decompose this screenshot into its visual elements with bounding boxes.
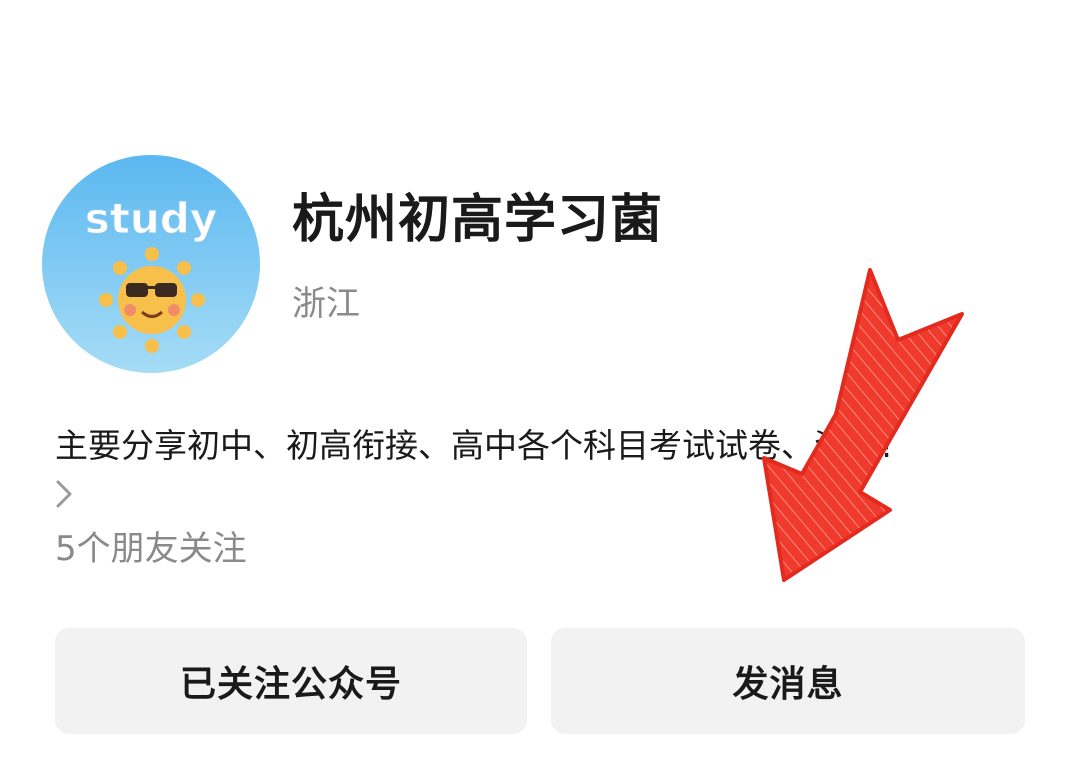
chevron-right-icon[interactable] — [52, 476, 76, 512]
avatar-study-text: study — [85, 194, 217, 243]
account-name: 杭州初高学习菌 — [292, 190, 664, 250]
official-account-profile: study 杭州初高学习菌 浙江 主要分享初中、初高衔接、高中各个科目考试试卷、… — [0, 0, 1080, 766]
account-avatar[interactable]: study — [42, 155, 260, 373]
send-message-button[interactable]: 发消息 — [551, 628, 1025, 734]
account-description[interactable]: 主要分享初中、初高衔接、高中各个科目考试试卷、资料! — [55, 420, 1045, 472]
friends-following-count[interactable]: 5个朋友关注 — [55, 524, 247, 574]
followed-account-button[interactable]: 已关注公众号 — [55, 628, 527, 734]
account-region: 浙江 — [292, 284, 360, 324]
